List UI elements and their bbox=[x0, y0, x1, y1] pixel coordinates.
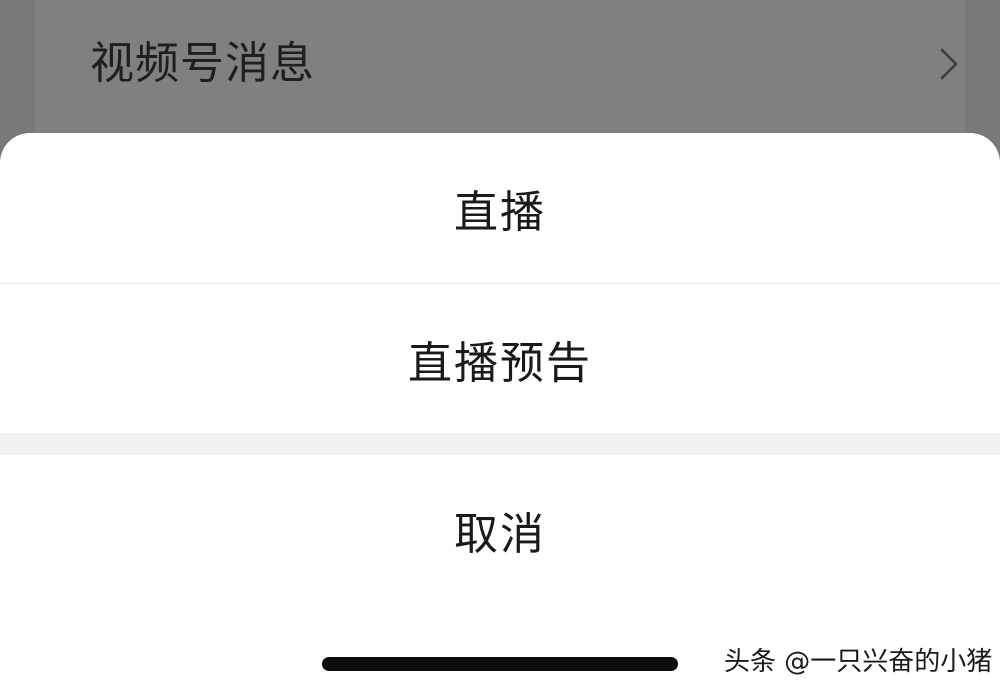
cancel-button[interactable]: 取消 bbox=[0, 455, 1000, 605]
background-list-row: 视频号消息 bbox=[34, 0, 966, 130]
chevron-right-icon bbox=[940, 48, 958, 80]
action-sheet: 直播 直播预告 取消 头条 @一只兴奋的小猪 bbox=[0, 133, 1000, 695]
channels-messages-label: 视频号消息 bbox=[90, 38, 315, 89]
cancel-separator bbox=[0, 433, 1000, 455]
live-preview-option-button[interactable]: 直播预告 bbox=[0, 284, 1000, 434]
home-indicator[interactable] bbox=[322, 657, 678, 671]
live-option-button[interactable]: 直播 bbox=[0, 133, 1000, 283]
watermark-text: 头条 @一只兴奋的小猪 bbox=[724, 647, 993, 677]
